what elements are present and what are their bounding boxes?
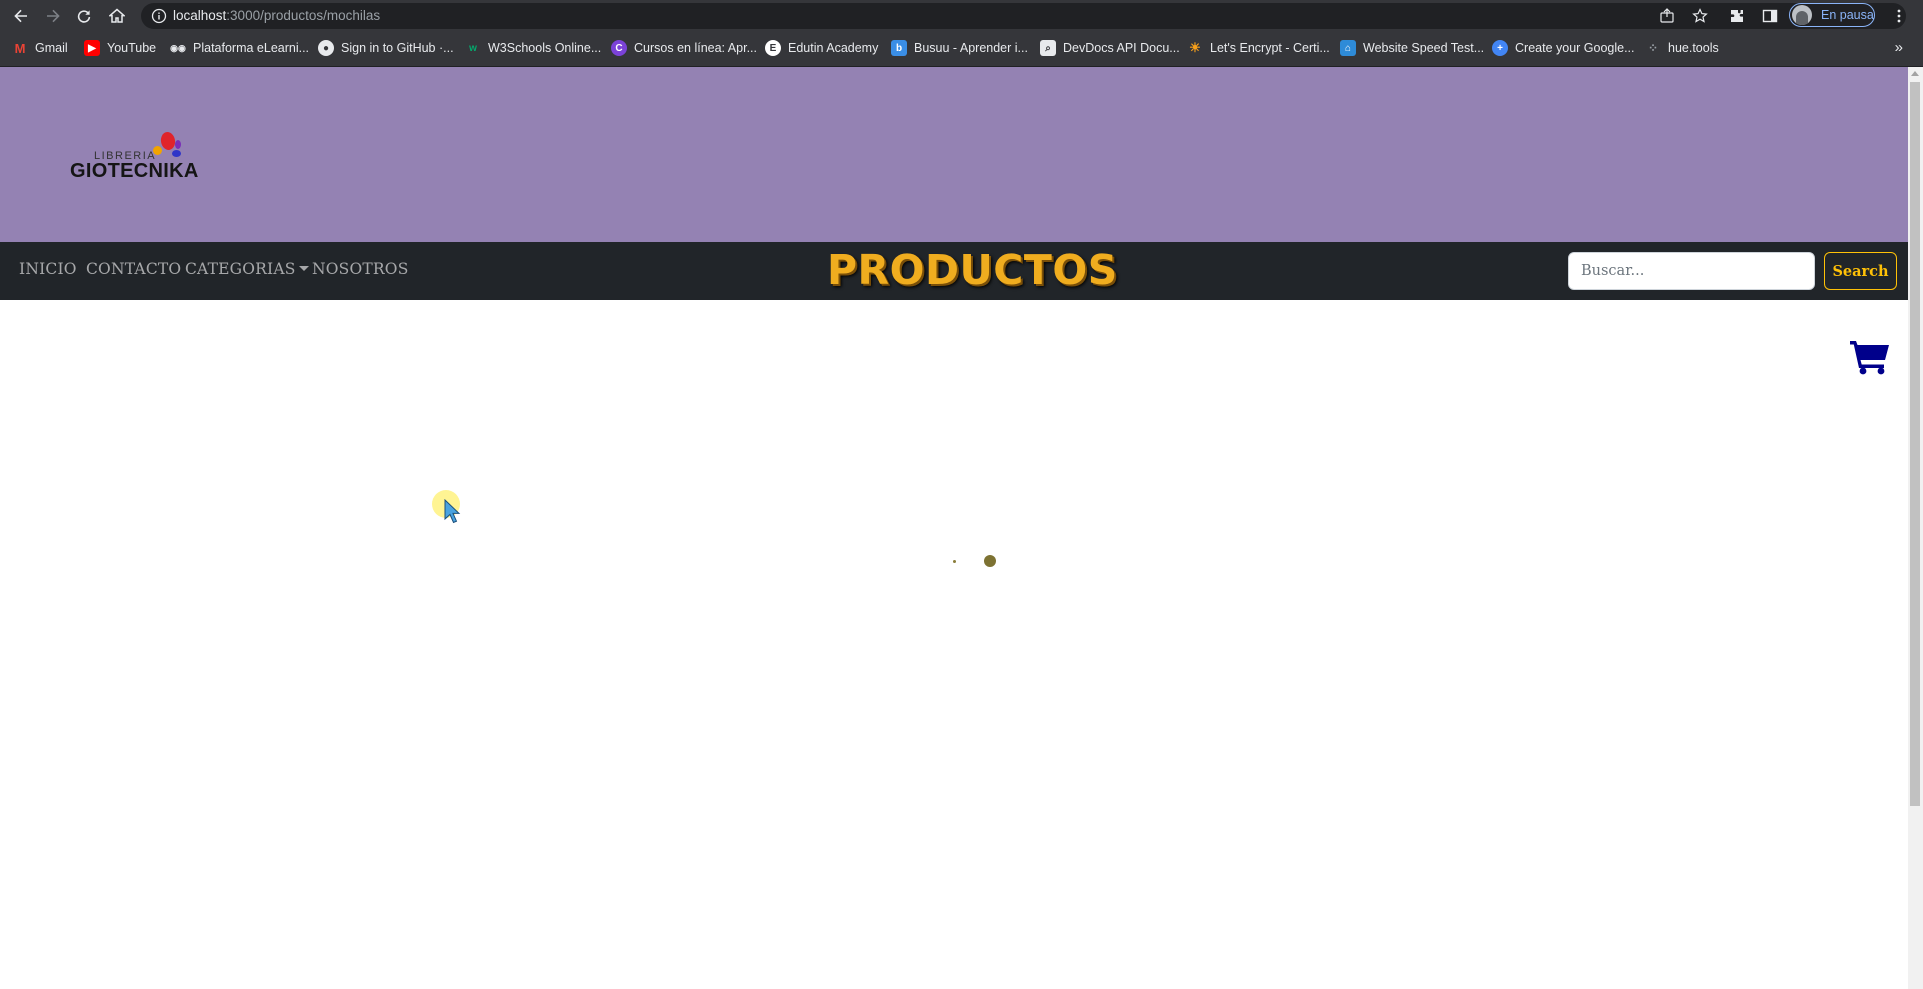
menu-icon[interactable] bbox=[1891, 8, 1907, 24]
logo-drop-purple bbox=[175, 140, 181, 149]
scroll-up-icon[interactable] bbox=[1911, 71, 1919, 76]
nav-categorias[interactable]: CATEGORIAS bbox=[185, 260, 309, 278]
side-panel-icon[interactable] bbox=[1762, 8, 1778, 24]
logo-drop-blue bbox=[172, 150, 181, 157]
page-content: LIBRERIA GIOTECNIKA INICIO CONTACTO CATE… bbox=[0, 67, 1908, 989]
edutin-icon: E bbox=[765, 40, 781, 56]
devdocs-icon: ⌕ bbox=[1040, 40, 1056, 56]
bookmark-busuu[interactable]: b Busuu - Aprender i... bbox=[891, 40, 1028, 56]
site-logo[interactable]: LIBRERIA GIOTECNIKA bbox=[68, 130, 208, 192]
search-input[interactable] bbox=[1568, 252, 1815, 290]
bookmark-devdocs[interactable]: ⌕ DevDocs API Docu... bbox=[1040, 40, 1180, 56]
logo-title: GIOTECNIKA bbox=[70, 160, 199, 182]
bookmark-speedtest[interactable]: ⌂ Website Speed Test... bbox=[1340, 40, 1484, 56]
hue-icon: ⁘ bbox=[1647, 41, 1659, 55]
busuu-icon: b bbox=[891, 40, 907, 56]
share-icon[interactable] bbox=[1659, 8, 1675, 24]
bookmark-courses[interactable]: C Cursos en línea: Apr... bbox=[611, 40, 757, 56]
profile-button[interactable]: En pausa bbox=[1789, 3, 1875, 27]
search-button[interactable]: Search bbox=[1824, 252, 1897, 290]
loading-dot bbox=[953, 560, 956, 563]
forward-icon[interactable] bbox=[42, 5, 64, 27]
back-icon[interactable] bbox=[10, 5, 32, 27]
profile-status: En pausa bbox=[1821, 8, 1874, 22]
bookmark-hue[interactable]: ⁘ hue.tools bbox=[1645, 40, 1719, 56]
scrollbar-thumb[interactable] bbox=[1910, 82, 1920, 806]
address-bar[interactable]: localhost:3000/productos/mochilas bbox=[141, 3, 1906, 29]
more-bookmarks-icon[interactable]: » bbox=[1895, 39, 1903, 56]
youtube-icon: ▶ bbox=[84, 40, 100, 56]
bookmark-w3schools[interactable]: w W3Schools Online... bbox=[465, 40, 601, 56]
bookmark-letsencrypt[interactable]: ☀ Let's Encrypt - Certi... bbox=[1187, 40, 1330, 56]
bookmark-gmail[interactable]: M Gmail bbox=[12, 40, 68, 56]
bookmark-elearning[interactable]: ◉◉ Plataforma eLearni... bbox=[170, 40, 309, 56]
page-title: PRODUCTOS bbox=[827, 246, 1118, 294]
home-icon[interactable] bbox=[106, 5, 128, 27]
bookmark-youtube[interactable]: ▶ YouTube bbox=[84, 40, 156, 56]
elearning-icon: ◉◉ bbox=[170, 42, 186, 53]
mouse-cursor-icon bbox=[444, 499, 461, 524]
bookmark-google[interactable]: + Create your Google... bbox=[1492, 40, 1635, 56]
courses-icon: C bbox=[611, 40, 627, 56]
avatar bbox=[1792, 5, 1812, 25]
google-icon: + bbox=[1492, 40, 1508, 56]
loading-dot bbox=[984, 555, 996, 567]
bookmark-star-icon[interactable] bbox=[1692, 8, 1708, 24]
w3schools-icon: w bbox=[469, 42, 477, 54]
bookmark-github[interactable]: ● Sign in to GitHub ·... bbox=[318, 40, 454, 56]
letsencrypt-icon: ☀ bbox=[1189, 40, 1201, 55]
chevron-down-icon bbox=[298, 266, 309, 271]
main-navbar: INICIO CONTACTO CATEGORIAS NOSOTROS PROD… bbox=[0, 242, 1908, 300]
github-icon: ● bbox=[318, 40, 334, 56]
site-info-icon[interactable] bbox=[151, 8, 167, 24]
browser-toolbar: localhost:3000/productos/mochilas En pau… bbox=[0, 0, 1923, 31]
extensions-icon[interactable] bbox=[1729, 8, 1745, 24]
bookmarks-bar: M Gmail ▶ YouTube ◉◉ Plataforma eLearni... … bbox=[0, 31, 1923, 67]
nav-nosotros[interactable]: NOSOTROS bbox=[312, 260, 409, 278]
nav-inicio[interactable]: INICIO bbox=[19, 260, 77, 278]
site-header: LIBRERIA GIOTECNIKA bbox=[0, 67, 1908, 242]
url-text: localhost:3000/productos/mochilas bbox=[173, 8, 381, 23]
gmail-icon: M bbox=[14, 40, 26, 56]
nav-contacto[interactable]: CONTACTO bbox=[86, 260, 181, 278]
logo-drop-red bbox=[159, 130, 177, 152]
reload-icon[interactable] bbox=[73, 5, 95, 27]
cart-icon[interactable] bbox=[1849, 337, 1891, 375]
bookmark-edutin[interactable]: E Edutin Academy bbox=[765, 40, 878, 56]
speedtest-icon: ⌂ bbox=[1340, 40, 1356, 56]
